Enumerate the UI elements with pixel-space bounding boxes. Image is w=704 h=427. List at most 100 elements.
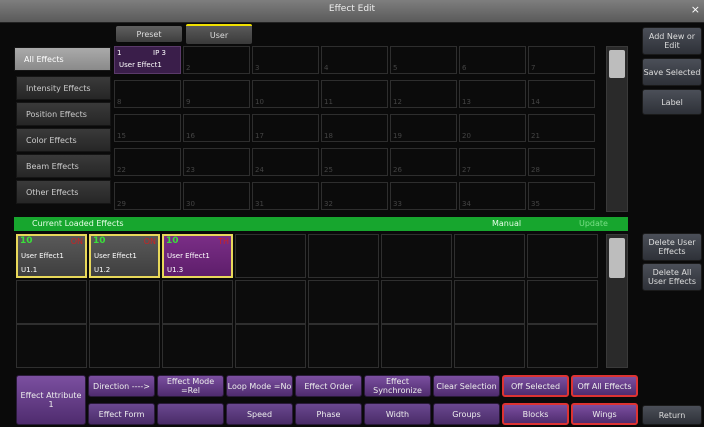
- loaded-effect-cell[interactable]: [527, 234, 598, 278]
- save-selected-button[interactable]: Save Selected: [642, 58, 702, 86]
- clear-selection-button[interactable]: Clear Selection: [433, 375, 500, 397]
- off-all-effects-button[interactable]: Off All Effects: [571, 375, 638, 397]
- scrollbar-thumb[interactable]: [609, 50, 625, 78]
- effect-cell[interactable]: 33: [390, 182, 457, 210]
- loaded-effect-cell[interactable]: [162, 280, 233, 324]
- loaded-effect-cell[interactable]: [16, 324, 87, 368]
- direction-button[interactable]: Direction ---->: [88, 375, 155, 397]
- loaded-effect-cell[interactable]: 10 ON User Effect1 U1.1: [16, 234, 87, 278]
- delete-user-effects-button[interactable]: Delete User Effects: [642, 233, 702, 261]
- loaded-effect-cell[interactable]: [308, 234, 379, 278]
- manual-mode-label[interactable]: Manual: [492, 219, 521, 228]
- update-label[interactable]: Update: [579, 219, 608, 228]
- loaded-effect-cell[interactable]: [16, 280, 87, 324]
- effect-cell[interactable]: 11: [321, 80, 388, 108]
- cell-number: 23: [186, 166, 195, 174]
- effect-cell[interactable]: 27: [459, 148, 526, 176]
- width-button[interactable]: Width: [364, 403, 431, 425]
- loaded-effect-cell[interactable]: [454, 280, 525, 324]
- close-icon[interactable]: ×: [691, 3, 700, 16]
- groups-button[interactable]: Groups: [433, 403, 500, 425]
- effect-cell[interactable]: 8: [114, 80, 181, 108]
- effect-cell[interactable]: 29: [114, 182, 181, 210]
- return-button[interactable]: Return: [642, 405, 702, 425]
- loaded-effect-cell[interactable]: [527, 280, 598, 324]
- effect-cell[interactable]: 17: [252, 114, 319, 142]
- tab-preset[interactable]: Preset: [116, 26, 182, 42]
- effect-cell[interactable]: 19: [390, 114, 457, 142]
- effect-attribute-button[interactable]: Effect Attribute 1: [16, 375, 86, 425]
- effect-order-button[interactable]: Effect Order: [295, 375, 362, 397]
- effect-cell[interactable]: 1 IP 3 User Effect1: [114, 46, 181, 74]
- effect-cell[interactable]: 14: [528, 80, 595, 108]
- effect-cell[interactable]: 5: [390, 46, 457, 74]
- category-color-effects[interactable]: Color Effects: [16, 128, 111, 152]
- loaded-effects-scrollbar[interactable]: [606, 234, 628, 368]
- cell-number: 8: [117, 98, 122, 106]
- label-button[interactable]: Label: [642, 89, 702, 115]
- effect-synchronize-button[interactable]: Effect Synchronize: [364, 375, 431, 397]
- effect-cell[interactable]: 22: [114, 148, 181, 176]
- effect-form-button[interactable]: Effect Form: [88, 403, 155, 425]
- effect-mode-button[interactable]: Effect Mode =Rel: [157, 375, 224, 397]
- loaded-effect-cell[interactable]: [89, 324, 160, 368]
- effect-grid-scrollbar[interactable]: [606, 46, 628, 212]
- effect-cell[interactable]: 24: [252, 148, 319, 176]
- loaded-effect-cell[interactable]: [454, 234, 525, 278]
- effect-cell[interactable]: 30: [183, 182, 250, 210]
- scrollbar-thumb[interactable]: [609, 238, 625, 278]
- category-position-effects[interactable]: Position Effects: [16, 102, 111, 126]
- off-selected-button[interactable]: Off Selected: [502, 375, 569, 397]
- effect-cell[interactable]: 28: [528, 148, 595, 176]
- effect-cell[interactable]: 35: [528, 182, 595, 210]
- effect-cell[interactable]: 3: [252, 46, 319, 74]
- effect-cell[interactable]: 25: [321, 148, 388, 176]
- loaded-effect-cell[interactable]: [454, 324, 525, 368]
- effect-cell[interactable]: 18: [321, 114, 388, 142]
- effect-cell[interactable]: 12: [390, 80, 457, 108]
- effect-cell[interactable]: 23: [183, 148, 250, 176]
- category-all-effects[interactable]: All Effects: [14, 47, 111, 71]
- loaded-effect-cell[interactable]: [89, 280, 160, 324]
- category-intensity-effects[interactable]: Intensity Effects: [16, 76, 111, 100]
- effect-cell[interactable]: 16: [183, 114, 250, 142]
- wings-button[interactable]: Wings: [571, 403, 638, 425]
- loaded-effect-cell[interactable]: [527, 324, 598, 368]
- effect-cell[interactable]: 9: [183, 80, 250, 108]
- effect-cell[interactable]: 21: [528, 114, 595, 142]
- loop-mode-button[interactable]: Loop Mode =No: [226, 375, 293, 397]
- loaded-effect-cell[interactable]: 10 TH User Effect1 U1.3: [162, 234, 233, 278]
- category-other-effects[interactable]: Other Effects: [16, 180, 111, 204]
- speed-button[interactable]: Speed: [226, 403, 293, 425]
- loaded-effect-cell[interactable]: [235, 280, 306, 324]
- effect-cell[interactable]: 20: [459, 114, 526, 142]
- effect-cell[interactable]: 34: [459, 182, 526, 210]
- effect-cell[interactable]: 2: [183, 46, 250, 74]
- loaded-effect-cell[interactable]: [235, 324, 306, 368]
- loaded-effect-cell[interactable]: [381, 280, 452, 324]
- effect-cell[interactable]: 31: [252, 182, 319, 210]
- loaded-effect-cell[interactable]: [235, 234, 306, 278]
- effect-cell[interactable]: 10: [252, 80, 319, 108]
- loaded-effect-cell[interactable]: [308, 280, 379, 324]
- effect-cell[interactable]: 7: [528, 46, 595, 74]
- loaded-effect-cell[interactable]: [381, 324, 452, 368]
- effect-cell[interactable]: 26: [390, 148, 457, 176]
- add-new-or-edit-button[interactable]: Add New or Edit: [642, 27, 702, 55]
- effect-cell[interactable]: 32: [321, 182, 388, 210]
- effect-cell[interactable]: 15: [114, 114, 181, 142]
- cell-number: 25: [324, 166, 333, 174]
- effect-cell[interactable]: 4: [321, 46, 388, 74]
- blank-button[interactable]: [157, 403, 224, 425]
- delete-all-user-effects-button[interactable]: Delete All User Effects: [642, 263, 702, 291]
- phase-button[interactable]: Phase: [295, 403, 362, 425]
- tab-user[interactable]: User: [186, 24, 252, 44]
- loaded-effect-cell[interactable]: [308, 324, 379, 368]
- category-beam-effects[interactable]: Beam Effects: [16, 154, 111, 178]
- loaded-effect-cell[interactable]: 10 ON User Effect1 U1.2: [89, 234, 160, 278]
- effect-cell[interactable]: 6: [459, 46, 526, 74]
- loaded-effect-cell[interactable]: [162, 324, 233, 368]
- effect-cell[interactable]: 13: [459, 80, 526, 108]
- loaded-effect-cell[interactable]: [381, 234, 452, 278]
- blocks-button[interactable]: Blocks: [502, 403, 569, 425]
